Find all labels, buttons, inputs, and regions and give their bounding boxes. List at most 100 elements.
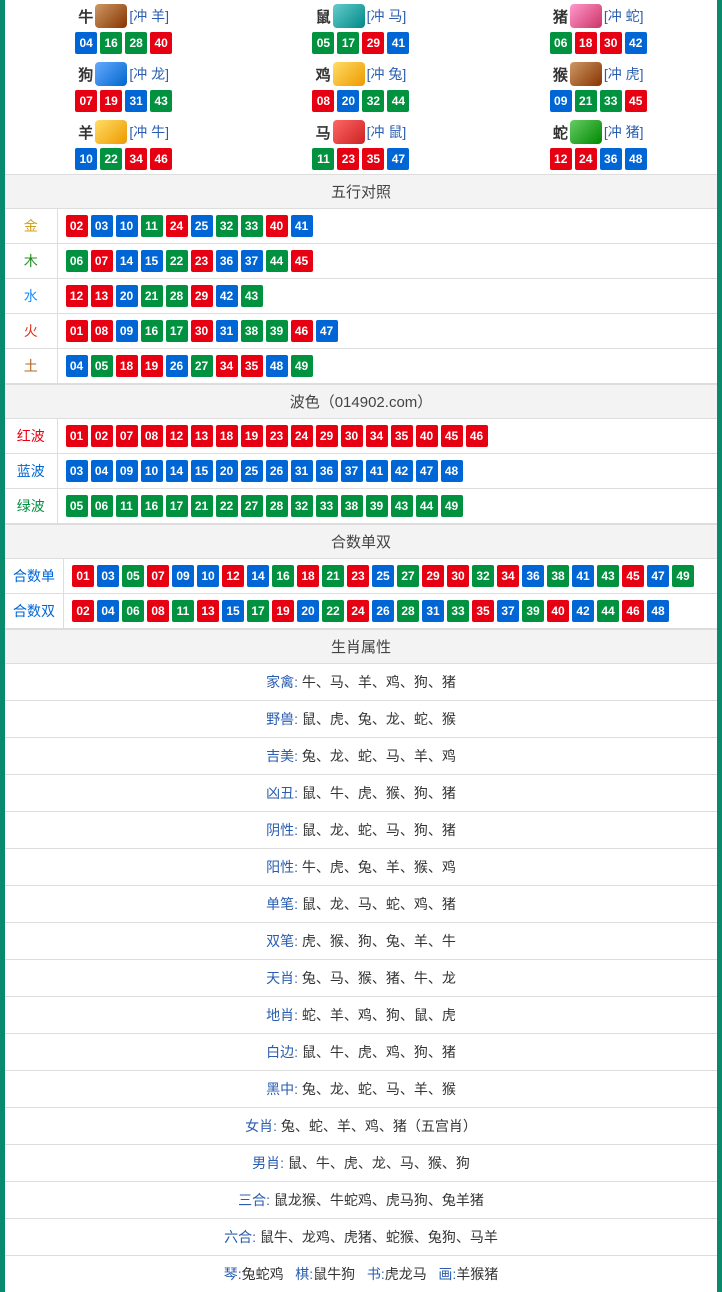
property-label: 地肖: <box>266 1007 302 1023</box>
qin-label: 琴: <box>224 1266 242 1282</box>
number-ball: 37 <box>497 600 519 622</box>
number-ball: 09 <box>116 460 138 482</box>
zodiac-name: 马 <box>316 122 331 143</box>
number-ball: 04 <box>75 32 97 54</box>
number-ball: 43 <box>391 495 413 517</box>
number-ball: 48 <box>266 355 288 377</box>
number-ball: 42 <box>625 32 647 54</box>
number-ball: 47 <box>387 148 409 170</box>
number-ball: 46 <box>150 148 172 170</box>
number-ball: 28 <box>125 32 147 54</box>
zodiac-icon <box>95 62 127 86</box>
number-ball: 36 <box>522 565 544 587</box>
qin-value: 鼠牛狗 <box>313 1266 355 1282</box>
property-value: 鼠、牛、虎、龙、马、猴、狗 <box>288 1155 470 1171</box>
zodiac-name: 狗 <box>78 64 93 85</box>
row-label: 火 <box>5 314 57 349</box>
zodiac-name: 猪 <box>553 6 568 27</box>
number-ball: 49 <box>672 565 694 587</box>
number-ball: 25 <box>191 215 213 237</box>
number-ball: 10 <box>141 460 163 482</box>
number-ball: 40 <box>150 32 172 54</box>
number-ball: 13 <box>91 285 113 307</box>
row-label: 土 <box>5 349 57 384</box>
property-label: 阴性: <box>266 822 302 838</box>
zodiac-icon <box>570 62 602 86</box>
zodiac-name: 羊 <box>78 122 93 143</box>
property-row: 女肖: 兔、蛇、羊、鸡、猪（五宫肖） <box>5 1108 717 1145</box>
property-value: 兔、龙、蛇、马、羊、鸡 <box>302 748 456 764</box>
number-ball: 47 <box>416 460 438 482</box>
property-label: 三合: <box>238 1192 274 1208</box>
property-label: 男肖: <box>252 1155 288 1171</box>
property-row: 吉美: 兔、龙、蛇、马、羊、鸡 <box>5 738 717 775</box>
number-ball: 21 <box>191 495 213 517</box>
number-ball: 30 <box>447 565 469 587</box>
number-ball: 18 <box>575 32 597 54</box>
number-ball: 46 <box>622 600 644 622</box>
zodiac-clash: [冲 蛇] <box>604 6 644 26</box>
number-ball: 48 <box>647 600 669 622</box>
zodiac-clash: [冲 猪] <box>604 122 644 142</box>
number-ball: 23 <box>191 250 213 272</box>
property-row: 地肖: 蛇、羊、鸡、狗、鼠、虎 <box>5 997 717 1034</box>
property-label: 白边: <box>266 1044 302 1060</box>
number-ball: 32 <box>472 565 494 587</box>
property-row: 家禽: 牛、马、羊、鸡、狗、猪 <box>5 664 717 701</box>
number-ball: 17 <box>247 600 269 622</box>
number-ball: 18 <box>216 425 238 447</box>
number-ball: 27 <box>241 495 263 517</box>
number-ball: 12 <box>66 285 88 307</box>
number-ball: 17 <box>166 320 188 342</box>
number-ball: 27 <box>191 355 213 377</box>
number-ball: 35 <box>391 425 413 447</box>
row-label: 红波 <box>5 419 57 454</box>
number-ball: 47 <box>316 320 338 342</box>
property-label: 双笔: <box>266 933 302 949</box>
number-ball: 07 <box>116 425 138 447</box>
number-ball: 04 <box>91 460 113 482</box>
row-numbers: 03040910141520252631363741424748 <box>57 454 717 489</box>
number-ball: 38 <box>341 495 363 517</box>
number-ball: 41 <box>291 215 313 237</box>
row-numbers: 06071415222336374445 <box>57 244 717 279</box>
number-ball: 31 <box>291 460 313 482</box>
number-ball: 44 <box>387 90 409 112</box>
zodiac-cell: 羊[冲 牛]10223446 <box>5 116 242 174</box>
zodiac-cell: 牛[冲 羊]04162840 <box>5 0 242 58</box>
number-ball: 30 <box>600 32 622 54</box>
property-label: 单笔: <box>266 896 302 912</box>
bose-header: 波色（014902.com） <box>5 384 717 419</box>
property-label: 阳性: <box>266 859 302 875</box>
number-ball: 38 <box>547 565 569 587</box>
number-ball: 48 <box>625 148 647 170</box>
zodiac-icon <box>95 4 127 28</box>
property-row: 阴性: 鼠、龙、蛇、马、狗、猪 <box>5 812 717 849</box>
number-ball: 05 <box>91 355 113 377</box>
number-ball: 03 <box>66 460 88 482</box>
zodiac-cell: 猪[冲 蛇]06183042 <box>480 0 717 58</box>
number-ball: 20 <box>297 600 319 622</box>
property-value: 兔、马、猴、猪、牛、龙 <box>302 970 456 986</box>
number-ball: 02 <box>91 425 113 447</box>
number-ball: 34 <box>216 355 238 377</box>
number-ball: 24 <box>347 600 369 622</box>
number-ball: 01 <box>66 320 88 342</box>
qin-row: 琴:兔蛇鸡 棋:鼠牛狗 书:虎龙马 画:羊猴猪 <box>5 1256 717 1292</box>
number-ball: 22 <box>100 148 122 170</box>
number-ball: 02 <box>66 215 88 237</box>
number-ball: 16 <box>100 32 122 54</box>
number-ball: 32 <box>216 215 238 237</box>
zodiac-icon <box>333 62 365 86</box>
number-ball: 33 <box>316 495 338 517</box>
property-value: 牛、马、羊、鸡、狗、猪 <box>302 674 456 690</box>
property-row: 单笔: 鼠、龙、马、蛇、鸡、猪 <box>5 886 717 923</box>
number-ball: 17 <box>337 32 359 54</box>
number-ball: 09 <box>116 320 138 342</box>
row-numbers: 0108091617303138394647 <box>57 314 717 349</box>
qin-label: 棋: <box>295 1266 313 1282</box>
property-label: 天肖: <box>266 970 302 986</box>
number-ball: 21 <box>141 285 163 307</box>
zodiac-clash: [冲 虎] <box>604 64 644 84</box>
number-ball: 14 <box>166 460 188 482</box>
